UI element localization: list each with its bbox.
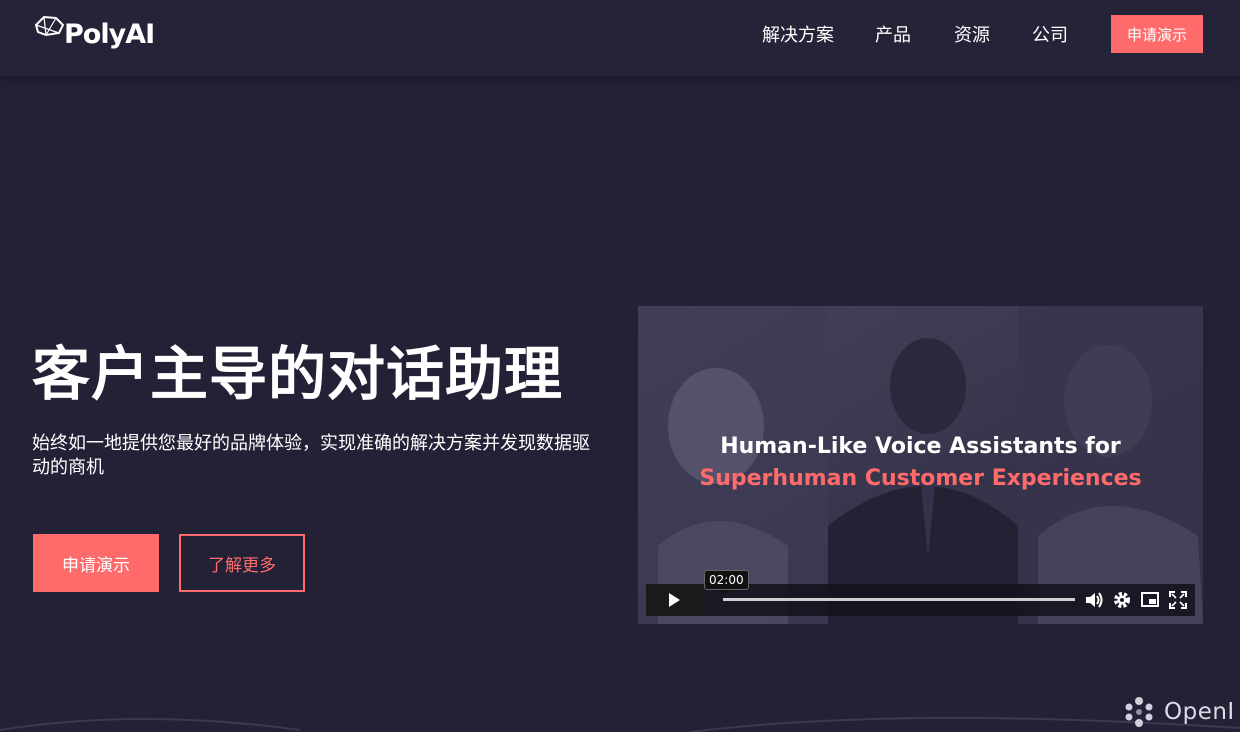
play-icon (669, 593, 680, 607)
hero-title: 客户主导的对话助理 (32, 340, 564, 408)
video-duration: 02:00 (704, 570, 749, 595)
request-demo-nav-button[interactable]: 申请演示 (1111, 15, 1203, 53)
request-demo-button[interactable]: 申请演示 (33, 534, 159, 592)
video-title-line1: Human-Like Voice Assistants for (720, 434, 1121, 459)
video-controls: 02:00 (646, 570, 1195, 616)
play-button[interactable] (646, 584, 702, 616)
site-header: PolyAI 解决方案 产品 资源 公司 申请演示 (0, 0, 1240, 76)
nav-item-company[interactable]: 公司 (1032, 21, 1068, 47)
nav-item-solutions[interactable]: 解决方案 (762, 21, 834, 47)
fullscreen-icon[interactable] (1168, 590, 1188, 610)
openi-watermark: OpenI (1122, 694, 1235, 730)
video-title-line2: Superhuman Customer Experiences (699, 466, 1142, 491)
video-progress-bar[interactable] (723, 598, 1075, 601)
learn-more-button[interactable]: 了解更多 (179, 534, 305, 592)
polyai-logo-icon (34, 15, 65, 37)
settings-icon[interactable] (1112, 590, 1132, 610)
watermark-text: OpenI (1164, 699, 1235, 725)
polyai-logo[interactable]: PolyAI (32, 12, 155, 56)
pip-icon[interactable] (1140, 590, 1160, 610)
brand-name: PolyAI (64, 18, 155, 50)
openi-logo-icon (1125, 697, 1153, 727)
volume-icon[interactable] (1084, 590, 1104, 610)
video-player[interactable]: Human-Like Voice Assistants for Superhum… (638, 306, 1203, 624)
nav-item-products[interactable]: 产品 (875, 21, 911, 47)
decorative-curve (0, 716, 1240, 732)
nav-item-resources[interactable]: 资源 (954, 21, 990, 47)
hero-subtitle: 始终如一地提供您最好的品牌体验，实现准确的解决方案并发现数据驱动的商机 (32, 433, 590, 478)
